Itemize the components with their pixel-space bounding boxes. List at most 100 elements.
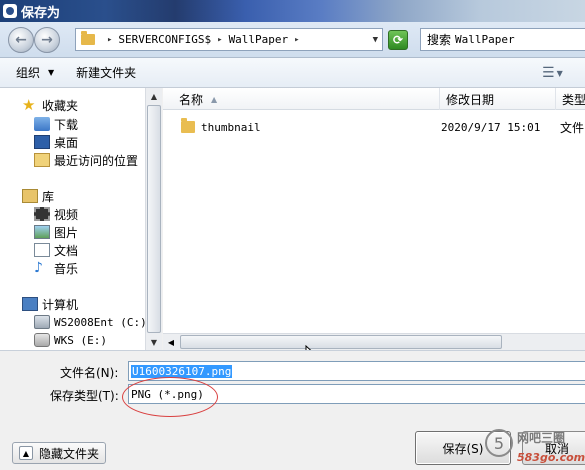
breadcrumb-segment[interactable]: WallPaper bbox=[229, 33, 289, 46]
file-name: thumbnail bbox=[201, 120, 261, 134]
back-button[interactable]: ← bbox=[8, 27, 34, 53]
nav-label: 库 bbox=[42, 189, 55, 204]
filetype-label: 保存类型(T): bbox=[50, 389, 119, 403]
search-scope: WallPaper bbox=[455, 33, 515, 46]
nav-item-desktop[interactable]: 桌面 bbox=[34, 133, 78, 151]
nav-label: WS2008Ent (C:) bbox=[54, 315, 147, 329]
nav-item-documents[interactable]: 文档 bbox=[34, 241, 78, 259]
nav-label: 图片 bbox=[54, 225, 79, 240]
window-title: 保存为 bbox=[21, 5, 61, 21]
nav-item-libraries[interactable]: 库 bbox=[22, 187, 54, 205]
computer-icon bbox=[22, 297, 38, 311]
nav-item-drive-c[interactable]: WS2008Ent (C:) bbox=[34, 313, 147, 331]
nav-label: 下载 bbox=[54, 117, 79, 132]
nav-label: 视频 bbox=[54, 207, 79, 222]
scroll-up-icon[interactable]: ▲ bbox=[146, 88, 162, 104]
nav-item-drive-e[interactable]: WKS (E:) bbox=[34, 331, 107, 349]
save-form: 文件名(N): U1600326107.png 保存类型(T): PNG (*.… bbox=[0, 350, 585, 470]
nav-label: 最近访问的位置 bbox=[54, 153, 139, 168]
nav-scrollbar[interactable]: ▲ ▼ bbox=[145, 88, 162, 350]
document-icon bbox=[34, 243, 50, 257]
folder-icon bbox=[81, 31, 95, 45]
arrow-right-icon: → bbox=[41, 32, 53, 48]
new-folder-button[interactable]: 新建文件夹 bbox=[70, 61, 142, 85]
toolbar: 组织 ▼ 新建文件夹 ☰ ▼ bbox=[0, 58, 585, 88]
column-label: 名称 bbox=[179, 92, 204, 107]
music-note-icon: ♪ bbox=[34, 260, 43, 276]
address-bar[interactable]: ▸ SERVERCONFIGS$ ▸ WallPaper ▸ ▼ bbox=[75, 28, 383, 51]
refresh-icon: ⟳ bbox=[392, 33, 404, 47]
refresh-button[interactable]: ⟳ bbox=[388, 30, 408, 50]
chevron-down-icon: ▼ bbox=[48, 68, 55, 77]
hide-folders-label: 隐藏文件夹 bbox=[39, 446, 100, 461]
download-folder-icon bbox=[34, 117, 50, 131]
organize-button[interactable]: 组织 ▼ bbox=[10, 61, 60, 85]
picture-icon bbox=[34, 225, 50, 239]
nav-item-favorites[interactable]: ★ 收藏夹 bbox=[22, 96, 78, 114]
column-label: 类型 bbox=[562, 92, 585, 107]
nav-label: 音乐 bbox=[54, 261, 79, 276]
nav-label: 桌面 bbox=[54, 135, 79, 150]
nav-label: 收藏夹 bbox=[42, 98, 79, 113]
chevron-down-icon: ▼ bbox=[556, 68, 563, 78]
file-list-header: 名称 ▲ 修改日期 类型 bbox=[163, 88, 585, 110]
navigation-pane: ★ 收藏夹 下载 桌面 最近访问的位置 库 视频 图片 文档 ♪ 音乐 计算机 … bbox=[0, 88, 162, 350]
chevron-right-icon[interactable]: ▸ bbox=[294, 35, 299, 45]
new-folder-label: 新建文件夹 bbox=[76, 66, 137, 80]
network-drive-icon bbox=[34, 333, 50, 347]
filename-value: U1600326107.png bbox=[131, 364, 233, 378]
search-label: 搜索 bbox=[427, 33, 452, 47]
library-icon bbox=[22, 189, 38, 203]
filename-label: 文件名(N): bbox=[60, 366, 119, 380]
nav-label: 文档 bbox=[54, 243, 79, 258]
scroll-down-icon[interactable]: ▼ bbox=[146, 334, 162, 350]
view-options-button[interactable]: ☰ ▼ bbox=[536, 61, 566, 85]
chevron-down-icon[interactable]: ▼ bbox=[373, 35, 378, 45]
view-list-icon: ☰ bbox=[542, 65, 555, 81]
scroll-left-icon[interactable]: ◀ bbox=[163, 334, 179, 350]
nav-item-downloads[interactable]: 下载 bbox=[34, 115, 78, 133]
filename-input[interactable]: U1600326107.png bbox=[128, 361, 585, 381]
scroll-thumb[interactable] bbox=[147, 105, 161, 333]
nav-item-videos[interactable]: 视频 bbox=[34, 205, 78, 223]
title-bar[interactable]: 保存为 bbox=[0, 0, 585, 22]
column-header-name[interactable]: 名称 ▲ bbox=[173, 88, 440, 110]
hide-folders-button[interactable]: ▲ 隐藏文件夹 bbox=[12, 442, 107, 464]
nav-label: WKS (E:) bbox=[54, 333, 107, 347]
forward-button[interactable]: → bbox=[34, 27, 60, 53]
chevron-right-icon[interactable]: ▸ bbox=[217, 35, 222, 45]
nav-label: 计算机 bbox=[42, 297, 79, 312]
nav-item-recent[interactable]: 最近访问的位置 bbox=[34, 151, 138, 169]
scroll-thumb[interactable] bbox=[180, 335, 502, 349]
file-type: 文件 bbox=[560, 120, 585, 135]
column-header-date[interactable]: 修改日期 bbox=[440, 88, 556, 110]
breadcrumb-segment[interactable]: SERVERCONFIGS$ bbox=[118, 33, 211, 46]
table-row[interactable]: thumbnail 2020/9/17 15:01 文件 bbox=[173, 117, 585, 137]
recent-places-icon bbox=[34, 153, 50, 167]
cancel-label: 取消 bbox=[544, 441, 569, 456]
file-date: 2020/9/17 15:01 bbox=[441, 120, 541, 134]
video-icon bbox=[34, 207, 50, 221]
chevron-up-icon: ▲ bbox=[19, 446, 33, 460]
save-button[interactable]: 保存(S) bbox=[415, 431, 511, 465]
nav-item-computer[interactable]: 计算机 bbox=[22, 295, 78, 313]
app-icon bbox=[3, 4, 17, 18]
cancel-button[interactable]: 取消 bbox=[522, 431, 585, 465]
star-icon: ★ bbox=[22, 96, 36, 114]
column-label: 修改日期 bbox=[446, 92, 495, 107]
hard-drive-icon bbox=[34, 315, 50, 329]
nav-item-pictures[interactable]: 图片 bbox=[34, 223, 78, 241]
search-input[interactable]: 搜索 WallPaper bbox=[420, 28, 585, 51]
address-row: ← → ▸ SERVERCONFIGS$ ▸ WallPaper ▸ ▼ ⟳ 搜… bbox=[0, 22, 585, 58]
arrow-left-icon: ← bbox=[15, 32, 27, 48]
desktop-icon bbox=[34, 135, 50, 149]
organize-label: 组织 bbox=[16, 66, 41, 80]
folder-icon bbox=[181, 118, 195, 133]
nav-item-music[interactable]: ♪ 音乐 bbox=[34, 259, 78, 277]
save-label: 保存(S) bbox=[442, 441, 484, 456]
column-header-type[interactable]: 类型 bbox=[556, 88, 585, 110]
file-list: 名称 ▲ 修改日期 类型 thumbnail 2020/9/17 15:01 文… bbox=[163, 88, 585, 350]
horizontal-scrollbar[interactable]: ◀ bbox=[163, 333, 585, 350]
chevron-right-icon[interactable]: ▸ bbox=[107, 35, 112, 45]
sort-ascending-icon: ▲ bbox=[211, 94, 218, 104]
